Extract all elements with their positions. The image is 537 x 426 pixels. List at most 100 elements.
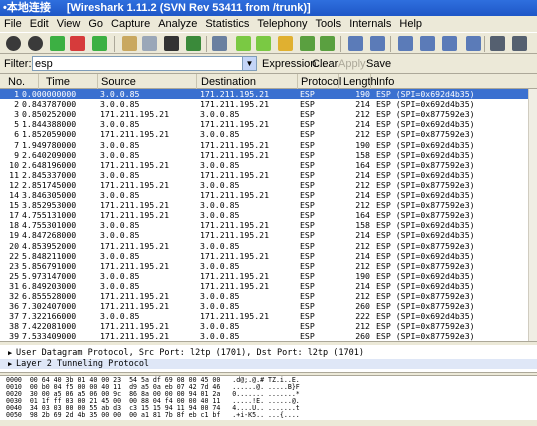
menu-capture[interactable]: Capture (107, 16, 154, 32)
packet-row[interactable]: 18 4.755301000 3.0.0.85 171.211.195.21 ESP 15… (0, 220, 537, 230)
filter-dropdown-button[interactable]: ▼ (242, 57, 256, 70)
packet-no: 5 (14, 119, 19, 130)
packet-time: 3.846305000 (22, 190, 77, 200)
packet-row[interactable]: 9 2.640209000 3.0.0.85 171.211.195.21 ESP 158… (0, 150, 537, 160)
go-back-icon[interactable] (236, 36, 251, 51)
packet-source: 171.211.195.21 (100, 240, 170, 251)
column-header-no[interactable]: No. (8, 76, 25, 88)
expand-triangle-icon[interactable]: ▶ (8, 360, 16, 368)
window-title: [Wireshark 1.11.2 (SVN Rev 53411 from /t… (66, 2, 311, 14)
column-header-info[interactable]: Info (376, 76, 394, 88)
packet-row[interactable]: 25 5.973147000 3.0.0.85 171.211.195.21 ESP 19… (0, 271, 537, 281)
packet-row[interactable]: 3 0.850252000 171.211.195.21 3.0.0.85 ESP 212… (0, 109, 537, 119)
packet-row[interactable]: 31 6.849203000 3.0.0.85 171.211.195.21 ESP 21… (0, 281, 537, 291)
packet-row[interactable]: 1 0.000000000 3.0.0.85 171.211.195.21 ESP 190… (0, 89, 537, 100)
restart-capture-icon[interactable] (92, 36, 107, 51)
packet-no: 7 (14, 139, 19, 150)
menu-statistics[interactable]: Statistics (201, 16, 253, 32)
packet-row[interactable]: 11 2.845337000 3.0.0.85 171.211.195.21 ESP 21… (0, 170, 537, 180)
packet-source: 3.0.0.85 (100, 311, 140, 322)
display-filters-icon[interactable] (512, 36, 527, 51)
reload-icon[interactable] (186, 36, 201, 51)
packet-bytes-pane[interactable]: 0000 00 64 40 3b 01 40 00 23 54 5a df 69… (0, 376, 537, 420)
packet-row[interactable]: 2 0.843787000 3.0.0.85 171.211.195.21 ESP 214… (0, 99, 537, 109)
expand-triangle-icon[interactable]: ▶ (8, 349, 16, 357)
menu-telephony[interactable]: Telephony (253, 16, 311, 32)
packet-row[interactable]: 17 4.755131000 171.211.195.21 3.0.0.85 ESP 16… (0, 210, 537, 220)
packet-row[interactable]: 7 1.949780000 3.0.0.85 171.211.195.21 ESP 190… (0, 140, 537, 150)
packet-length: 212 (355, 321, 370, 332)
packet-no: 31 (9, 280, 19, 291)
packet-row[interactable]: 37 7.322166000 3.0.0.85 171.211.195.21 ESP 22… (0, 311, 537, 321)
column-header-source[interactable]: Source (101, 76, 136, 88)
menu-view[interactable]: View (53, 16, 85, 32)
zoom-out-icon[interactable] (420, 36, 435, 51)
menu-go[interactable]: Go (84, 16, 107, 32)
start-capture-icon[interactable] (50, 36, 65, 51)
normal-size-icon[interactable] (442, 36, 457, 51)
packet-row[interactable]: 23 5.856791000 171.211.195.21 3.0.0.85 ESP 21… (0, 261, 537, 271)
packet-details-pane[interactable]: ▶ User Datagram Protocol, Src Port: l2tp … (0, 345, 537, 372)
save-file-icon[interactable] (142, 36, 157, 51)
packet-no: 3 (14, 109, 19, 120)
packet-row[interactable]: 10 2.648196000 171.211.195.21 3.0.0.85 ESP 16… (0, 160, 537, 170)
menu-internals[interactable]: Internals (345, 16, 395, 32)
stop-capture-icon[interactable] (70, 36, 85, 51)
packet-time: 1.844388000 (22, 119, 77, 130)
packet-protocol: ESP (300, 331, 315, 341)
packet-length: 214 (355, 119, 370, 130)
packet-row[interactable]: 12 2.851745000 171.211.195.21 3.0.0.85 ESP 21… (0, 180, 537, 190)
packet-row[interactable]: 38 7.422081000 171.211.195.21 3.0.0.85 ESP 21… (0, 321, 537, 331)
zoom-in-icon[interactable] (398, 36, 413, 51)
detail-row-udp[interactable]: ▶ User Datagram Protocol, Src Port: l2tp … (8, 348, 364, 358)
colorize-icon[interactable] (348, 36, 363, 51)
packet-protocol: ESP (300, 321, 315, 332)
packet-row[interactable]: 15 3.852953000 171.211.195.21 3.0.0.85 ESP 21… (0, 200, 537, 210)
close-file-icon[interactable] (164, 36, 179, 51)
packet-no: 1 (14, 89, 19, 99)
menu-edit[interactable]: Edit (26, 16, 53, 32)
menu-analyze[interactable]: Analyze (154, 16, 201, 32)
clear-button[interactable]: Clear (312, 58, 338, 70)
find-packet-icon[interactable] (212, 36, 227, 51)
go-forward-icon[interactable] (256, 36, 271, 51)
packet-time: 7.533409000 (22, 331, 77, 341)
apply-button[interactable]: Apply (338, 58, 366, 70)
autoscroll-icon[interactable] (370, 36, 385, 51)
packet-row[interactable]: 19 4.847268000 3.0.0.85 171.211.195.21 ESP 21… (0, 230, 537, 240)
packet-length: 164 (355, 159, 370, 170)
interface-list-icon[interactable] (6, 36, 21, 51)
menu-help[interactable]: Help (395, 16, 426, 32)
menu-tools[interactable]: Tools (312, 16, 346, 32)
resize-columns-icon[interactable] (466, 36, 481, 51)
open-file-icon[interactable] (122, 36, 137, 51)
column-header-time[interactable]: Time (46, 76, 70, 88)
filter-input[interactable] (32, 56, 257, 71)
go-last-icon[interactable] (320, 36, 335, 51)
column-header-destination[interactable]: Destination (201, 76, 256, 88)
packet-protocol: ESP (300, 240, 315, 251)
detail-row-l2tp[interactable]: ▶ Layer 2 Tunneling Protocol (0, 359, 537, 369)
capture-options-icon[interactable] (28, 36, 43, 51)
packet-info: ESP (SPI=0x877592e3) (376, 159, 475, 170)
go-first-icon[interactable] (300, 36, 315, 51)
packet-row[interactable]: 5 1.844388000 3.0.0.85 171.211.195.21 ESP 214… (0, 119, 537, 129)
packet-row[interactable]: 36 7.302407000 171.211.195.21 3.0.0.85 ESP 26… (0, 301, 537, 311)
packet-row[interactable]: 22 5.848211000 3.0.0.85 171.211.195.21 ESP 21… (0, 251, 537, 261)
packet-source: 3.0.0.85 (100, 190, 140, 200)
save-filter-button[interactable]: Save (366, 58, 391, 70)
packet-row[interactable]: 14 3.846305000 3.0.0.85 171.211.195.21 ESP 21… (0, 190, 537, 200)
menu-file[interactable]: File (0, 16, 26, 32)
column-header-length[interactable]: Length (343, 76, 377, 88)
bytes-pane-scrollbar[interactable] (0, 420, 537, 426)
packet-list[interactable]: 1 0.000000000 3.0.0.85 171.211.195.21 ESP 190… (0, 89, 537, 341)
packet-row[interactable]: 20 4.853952000 171.211.195.21 3.0.0.85 ESP 21… (0, 241, 537, 251)
column-header-protocol[interactable]: Protocol (301, 76, 341, 88)
go-to-packet-icon[interactable] (278, 36, 293, 51)
capture-filters-icon[interactable] (490, 36, 505, 51)
packet-row[interactable]: 32 6.855528000 171.211.195.21 3.0.0.85 ESP 21… (0, 291, 537, 301)
packet-row[interactable]: 39 7.533409000 171.211.195.21 3.0.0.85 ESP 26… (0, 331, 537, 341)
packet-list-scrollbar[interactable] (528, 89, 537, 341)
packet-protocol: ESP (300, 270, 315, 281)
packet-row[interactable]: 6 1.852059000 171.211.195.21 3.0.0.85 ESP 212… (0, 129, 537, 139)
